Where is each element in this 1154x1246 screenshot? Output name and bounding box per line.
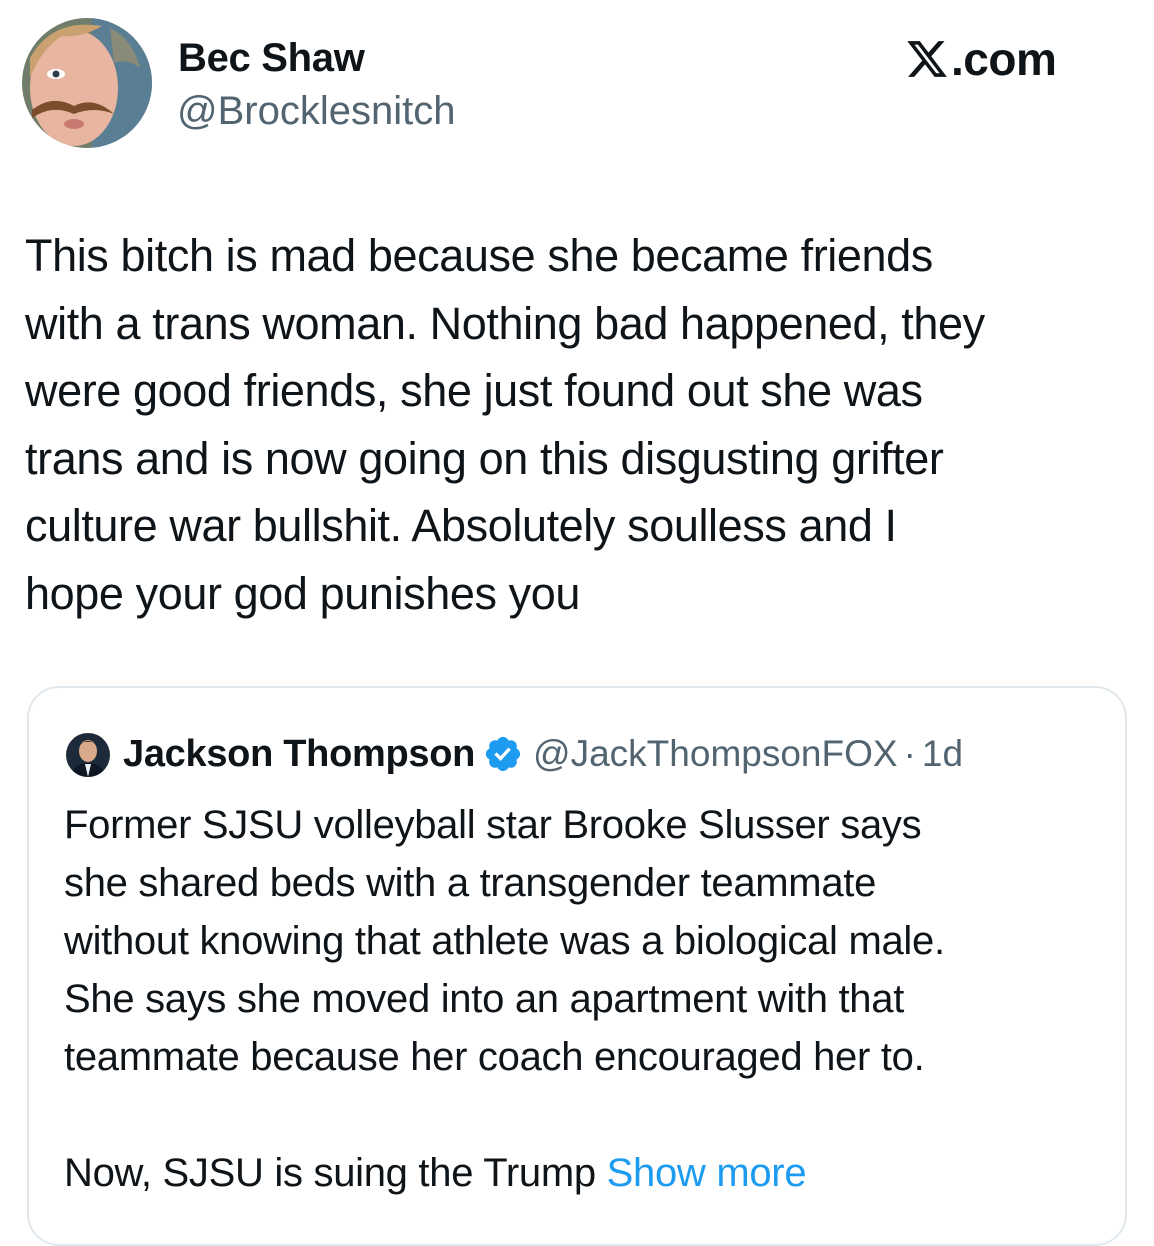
x-logo-icon xyxy=(907,41,947,77)
quoted-tweet-time[interactable]: 1d xyxy=(922,733,963,775)
quoted-tweet-line: She says she moved into an apartment wit… xyxy=(64,977,905,1021)
tweet-line: were good friends, she just found out sh… xyxy=(25,365,923,416)
quoted-tweet-line: Now, SJSU is suing the Trump xyxy=(64,1151,596,1195)
quoted-tweet-card[interactable]: Jackson Thompson @JackThompsonFOX · 1d F… xyxy=(27,686,1127,1246)
quoted-tweet-line: Former SJSU volleyball star Brooke Sluss… xyxy=(64,803,922,847)
show-more-link[interactable]: Show more xyxy=(607,1151,807,1195)
quoted-tweet-line: she shared beds with a transgender teamm… xyxy=(64,861,877,905)
quoted-author-name[interactable]: Jackson Thompson xyxy=(123,733,475,776)
brand-watermark: .com xyxy=(905,33,1057,85)
tweet-line: trans and is now going on this disgustin… xyxy=(25,432,944,484)
quoted-tweet-last-line: Now, SJSU is suing the Trump Show more xyxy=(64,1144,1114,1202)
quoted-author-avatar[interactable] xyxy=(66,733,110,777)
tweet-line: hope your god punishes you xyxy=(25,567,581,619)
tweet-line: with a trans woman. Nothing bad happened… xyxy=(25,297,985,349)
profile-photo-avatar xyxy=(66,733,110,777)
quoted-tweet-line: without knowing that athlete was a biolo… xyxy=(64,919,945,963)
author-name[interactable]: Bec Shaw xyxy=(178,36,365,81)
quoted-author-handle[interactable]: @JackThompsonFOX xyxy=(533,733,898,775)
tweet-text: This bitch is mad because she became fri… xyxy=(25,222,1135,627)
profile-photo-avatar xyxy=(22,18,152,148)
tweet-line: culture war bullshit. Absolutely soulles… xyxy=(25,500,897,551)
quoted-tweet-text: Former SJSU volleyball star Brooke Sluss… xyxy=(64,796,1114,1202)
author-handle[interactable]: @Brocklesnitch xyxy=(177,89,455,134)
quoted-tweet-line: teammate because her coach encouraged he… xyxy=(64,1035,925,1079)
author-avatar[interactable] xyxy=(22,18,152,148)
brand-label: .com xyxy=(951,33,1057,85)
tweet-line: This bitch is mad because she became fri… xyxy=(25,230,933,281)
header-separator: · xyxy=(903,733,916,774)
quoted-tweet-header: Jackson Thompson @JackThompsonFOX · 1d xyxy=(123,728,963,780)
verified-badge-icon xyxy=(485,736,521,772)
